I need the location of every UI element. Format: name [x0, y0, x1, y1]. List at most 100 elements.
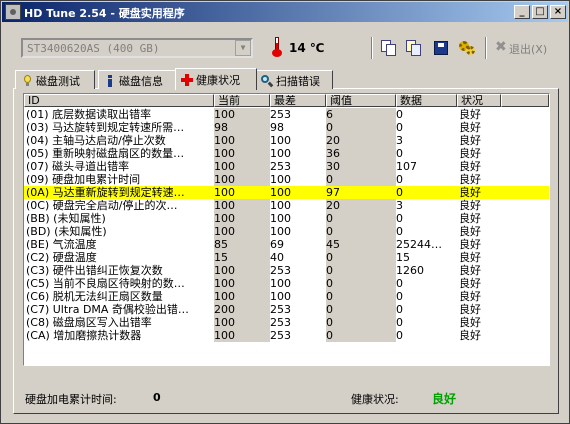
toolbar-separator [485, 37, 487, 59]
cell-id: (01) 底层数据读取出错率 [26, 108, 152, 121]
cell-threshold: 0 [326, 173, 333, 186]
cell-current: 100 [214, 173, 235, 186]
table-row[interactable]: (C5) 当前不良扇区待映射的数… 100 100 0 0 良好 [24, 277, 549, 290]
copy-icon-page [386, 44, 396, 56]
power-on-time-label: 硬盘加电累计时间: [25, 393, 117, 406]
cell-worst: 100 [270, 134, 291, 147]
cell-status: 良好 [459, 238, 481, 251]
cell-worst: 98 [270, 121, 284, 134]
tab-error-scan[interactable]: 扫描错误 [255, 70, 333, 89]
tab-disk-test[interactable]: 磁盘测试 [15, 70, 95, 89]
cell-current: 100 [214, 160, 235, 173]
table-row[interactable]: (C8) 磁盘扇区写入出错率 100 253 0 0 良好 [24, 316, 549, 329]
cell-worst: 100 [270, 199, 291, 212]
cell-data: 0 [396, 186, 403, 199]
table-row[interactable]: (0A) 马达重新旋转到规定转速… 100 100 97 0 良好 [24, 186, 549, 199]
cell-current: 98 [214, 121, 228, 134]
maximize-button[interactable]: □ [532, 5, 548, 19]
column-header-filler [501, 94, 549, 107]
cell-id: (0A) 马达重新旋转到规定转速… [26, 186, 185, 199]
magnifier-icon [261, 75, 274, 88]
cell-worst: 253 [270, 264, 291, 277]
table-row[interactable]: (0C) 硬盘完全启动/停止的次… 100 100 20 3 良好 [24, 199, 549, 212]
tab-health[interactable]: 健康状况 [175, 68, 257, 90]
cell-worst: 69 [270, 238, 284, 251]
column-header-current[interactable]: 当前 [214, 94, 270, 107]
column-header-worst[interactable]: 最差 [270, 94, 326, 107]
cell-id: (04) 主轴马达启动/停止次数 [26, 134, 166, 147]
cell-status: 良好 [459, 264, 481, 277]
table-row[interactable]: (03) 马达旋转到规定转速所需… 98 98 0 0 良好 [24, 121, 549, 134]
copy-text-button[interactable] [379, 38, 399, 58]
cell-status: 良好 [459, 277, 481, 290]
tab-health-label: 健康状况 [196, 74, 240, 87]
cell-threshold: 30 [326, 160, 340, 173]
table-row[interactable]: (07) 磁头寻道出错率 100 253 30 107 良好 [24, 160, 549, 173]
gear-icon-small [466, 46, 475, 55]
chevron-down-icon[interactable]: ▼ [235, 40, 251, 56]
cell-worst: 253 [270, 160, 291, 173]
column-header-data[interactable]: 数据 [396, 94, 457, 107]
table-row[interactable]: (BB) (未知属性) 100 100 0 0 良好 [24, 212, 549, 225]
table-row[interactable]: (04) 主轴马达启动/停止次数 100 100 20 3 良好 [24, 134, 549, 147]
cell-id: (C7) Ultra DMA 奇偶校验出错… [26, 303, 189, 316]
floppy-disk-icon [434, 41, 448, 55]
cell-data: 1260 [396, 264, 424, 277]
cell-id: (BD) (未知属性) [26, 225, 107, 238]
cell-id: (09) 硬盘加电累计时间 [26, 173, 141, 186]
column-header-threshold[interactable]: 阈值 [326, 94, 396, 107]
cell-current: 100 [214, 186, 235, 199]
table-row[interactable]: (09) 硬盘加电累计时间 100 100 0 0 良好 [24, 173, 549, 186]
table-row[interactable]: (CA) 增加磨擦热计数器 100 253 0 0 良好 [24, 329, 549, 342]
column-header-id[interactable]: ID [24, 94, 214, 107]
cell-data: 0 [396, 147, 403, 160]
temperature-value: 14 ℃ [289, 41, 325, 55]
table-row[interactable]: (C2) 硬盘温度 15 40 0 15 良好 [24, 251, 549, 264]
title-bar[interactable]: HD Tune 2.54 - 硬盘实用程序 _ □ × [2, 2, 568, 22]
cell-id: (0C) 硬盘完全启动/停止的次… [26, 199, 178, 212]
cell-data: 0 [396, 329, 403, 342]
cell-current: 100 [214, 225, 235, 238]
cell-current: 100 [214, 108, 235, 121]
cell-status: 良好 [459, 199, 481, 212]
table-row[interactable]: (C6) 脱机无法纠正扇区数量 100 100 0 0 良好 [24, 290, 549, 303]
close-button[interactable]: × [550, 5, 566, 19]
app-window: HD Tune 2.54 - 硬盘实用程序 _ □ × ST3400620AS … [0, 0, 570, 424]
table-row[interactable]: (C7) Ultra DMA 奇偶校验出错… 200 253 0 0 良好 [24, 303, 549, 316]
drive-select[interactable]: ST3400620AS (400 GB) ▼ [21, 38, 253, 58]
cell-id: (BB) (未知属性) [26, 212, 106, 225]
table-row[interactable]: (05) 重新映射磁盘扇区的数量… 100 100 36 0 良好 [24, 147, 549, 160]
cell-id: (07) 磁头寻道出错率 [26, 160, 130, 173]
cell-worst: 100 [270, 290, 291, 303]
tab-disk-test-label: 磁盘测试 [36, 75, 80, 88]
tab-disk-info[interactable]: 磁盘信息 [98, 70, 178, 89]
smart-attributes-table[interactable]: ID 当前 最差 阈值 数据 状况 (01) 底层数据读取出错率 100 253 6 0… [23, 93, 550, 366]
table-row[interactable]: (01) 底层数据读取出错率 100 253 6 0 良好 [24, 108, 549, 121]
cell-status: 良好 [459, 251, 481, 264]
cell-status: 良好 [459, 225, 481, 238]
table-row[interactable]: (BE) 气流温度 85 69 45 25244… 良好 [24, 238, 549, 251]
cell-id: (05) 重新映射磁盘扇区的数量… [26, 147, 185, 160]
cell-worst: 100 [270, 225, 291, 238]
cell-threshold: 20 [326, 134, 340, 147]
cell-threshold: 0 [326, 264, 333, 277]
cell-worst: 253 [270, 329, 291, 342]
table-body: (01) 底层数据读取出错率 100 253 6 0 良好 (03) 马达旋转到规定转速所需… [24, 108, 549, 342]
save-button[interactable] [431, 38, 451, 58]
cell-current: 85 [214, 238, 228, 251]
exit-button[interactable]: ✖ 退出(X) [493, 38, 555, 58]
table-row[interactable]: (BD) (未知属性) 100 100 0 0 良好 [24, 225, 549, 238]
table-row[interactable]: (C3) 硬件出错纠正恢复次数 100 253 0 1260 良好 [24, 264, 549, 277]
cell-threshold: 0 [326, 212, 333, 225]
options-button[interactable] [457, 38, 477, 58]
copy-screenshot-button[interactable] [404, 38, 424, 58]
hard-disk-icon [5, 4, 21, 20]
cell-status: 良好 [459, 173, 481, 186]
column-header-status[interactable]: 状况 [457, 94, 501, 107]
cell-id: (C8) 磁盘扇区写入出错率 [26, 316, 152, 329]
cell-id: (BE) 气流温度 [26, 238, 97, 251]
minimize-button[interactable]: _ [514, 5, 530, 19]
clipboard-icon-page [411, 44, 421, 56]
cell-threshold: 0 [326, 225, 333, 238]
cell-id: (C3) 硬件出错纠正恢复次数 [26, 264, 163, 277]
